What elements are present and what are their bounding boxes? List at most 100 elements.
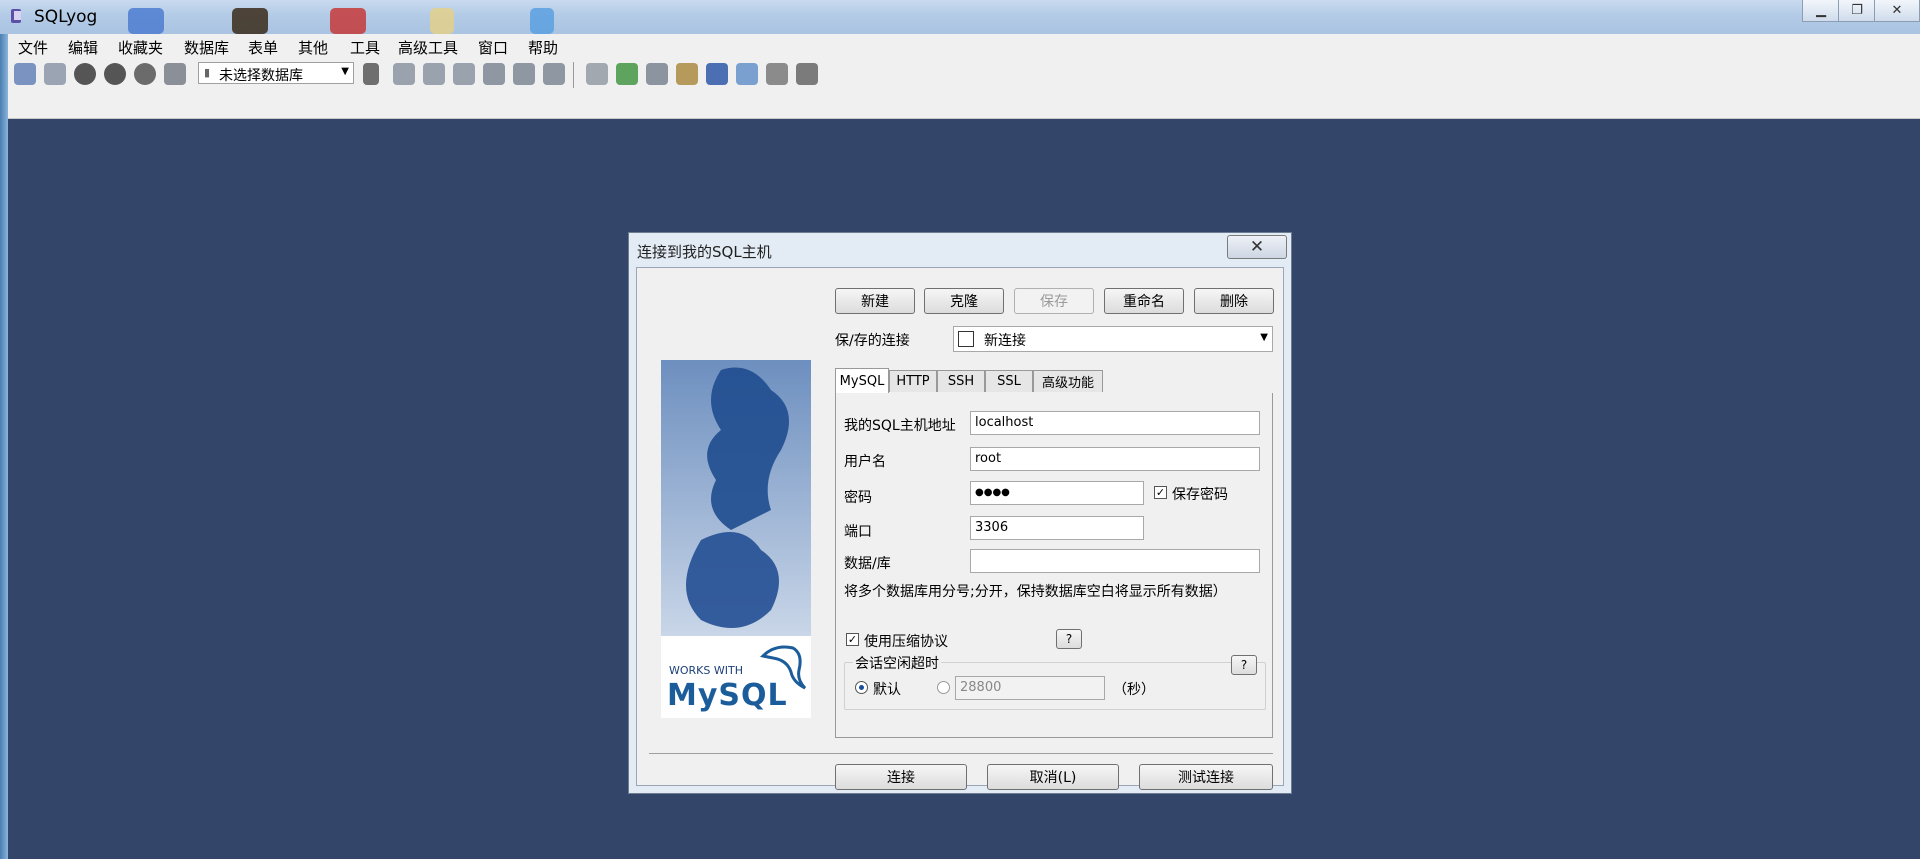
- session-timeout-group: 会话空闲超时 ? 默认 28800 （秒）: [844, 653, 1266, 710]
- test-connection-button[interactable]: 测试连接: [1139, 764, 1273, 790]
- host-input[interactable]: localhost: [970, 411, 1260, 435]
- toolbar-divider: [573, 62, 574, 88]
- taskbar-icon[interactable]: [232, 8, 268, 34]
- port-input[interactable]: 3306: [970, 516, 1144, 540]
- restore-icon[interactable]: ❐: [1838, 0, 1876, 22]
- dialog-title: 连接到我的SQL主机: [637, 243, 772, 261]
- report-icon[interactable]: [766, 63, 788, 85]
- compression-label: 使用压缩协议: [864, 634, 948, 650]
- backup-icon[interactable]: [676, 63, 698, 85]
- password-label: 密码: [844, 490, 872, 506]
- default-label: 默认: [873, 682, 901, 698]
- works-with-text: WORKS WITH: [669, 664, 743, 677]
- grid-icon[interactable]: [543, 63, 565, 85]
- cancel-button[interactable]: 取消(L): [987, 764, 1119, 790]
- database-hint: 将多个数据库用分号;分开，保持数据库空白将显示所有数据）: [844, 584, 1227, 600]
- mysql-tab-panel: 我的SQL主机地址 localhost 用户名 root 密码 ●●●● ✓ 保…: [835, 393, 1273, 738]
- rename-button[interactable]: 重命名: [1104, 288, 1184, 314]
- query-builder-icon[interactable]: [706, 63, 728, 85]
- username-input[interactable]: root: [970, 447, 1260, 471]
- taskbar-icon[interactable]: [330, 8, 366, 34]
- taskbar-icon[interactable]: [128, 8, 164, 34]
- minimize-icon[interactable]: ▁: [1802, 0, 1840, 22]
- database-input[interactable]: [970, 549, 1260, 573]
- grid-icon[interactable]: [513, 63, 535, 85]
- tab-ssh[interactable]: SSH: [937, 370, 985, 392]
- app-titlebar: SQLyog ▁ ❐ ✕: [0, 0, 1920, 34]
- menu-window[interactable]: 窗口: [478, 37, 508, 58]
- dialog-body: WORKS WITH MySQL 新建 克隆 保存 重命名 删除 保/存的连接 …: [636, 267, 1284, 790]
- stop-icon[interactable]: [134, 63, 156, 85]
- window-left-border: [0, 34, 8, 859]
- sqlyog-logo-icon: [10, 7, 24, 25]
- menu-file[interactable]: 文件: [18, 37, 48, 58]
- chevron-down-icon: ▼: [1260, 332, 1268, 343]
- menu-favorites[interactable]: 收藏夹: [118, 37, 163, 58]
- session-timeout-label: 会话空闲超时: [853, 653, 941, 673]
- taskbar-icon[interactable]: [430, 8, 454, 34]
- connect-button[interactable]: 连接: [835, 764, 967, 790]
- footer-divider: [649, 753, 1273, 754]
- delete-button[interactable]: 删除: [1194, 288, 1274, 314]
- new-connection-icon[interactable]: [14, 63, 36, 85]
- database-select[interactable]: ▮ 未选择数据库 ▼: [198, 62, 354, 84]
- sync-icon[interactable]: [586, 63, 608, 85]
- saved-connection-label: 保/存的连接: [835, 333, 910, 349]
- taskbar-icon[interactable]: [530, 8, 554, 34]
- schema-icon[interactable]: [483, 63, 505, 85]
- menu-table[interactable]: 表单: [248, 37, 278, 58]
- database-icon: ▮: [204, 66, 211, 79]
- menu-advanced-tools[interactable]: 高级工具: [398, 37, 458, 58]
- connection-color-swatch: [958, 331, 974, 347]
- menu-edit[interactable]: 编辑: [68, 37, 98, 58]
- app-title: SQLyog: [34, 7, 98, 27]
- clone-button[interactable]: 克隆: [924, 288, 1004, 314]
- compare-icon[interactable]: [646, 63, 668, 85]
- designer-icon[interactable]: [796, 63, 818, 85]
- password-input[interactable]: ●●●●: [970, 481, 1144, 505]
- tab-ssl[interactable]: SSL: [985, 370, 1033, 392]
- user-manager-icon[interactable]: [363, 63, 379, 85]
- menubar: 文件 编辑 收藏夹 数据库 表单 其他 工具 高级工具 窗口 帮助: [8, 34, 1920, 58]
- table-tool-icon[interactable]: [393, 63, 415, 85]
- table-tool-icon[interactable]: [453, 63, 475, 85]
- close-icon[interactable]: ✕: [1874, 0, 1920, 22]
- execute-all-icon[interactable]: [104, 63, 126, 85]
- menu-tools[interactable]: 工具: [350, 37, 380, 58]
- menu-database[interactable]: 数据库: [184, 37, 229, 58]
- seconds-label: （秒）: [1113, 682, 1155, 698]
- host-label: 我的SQL主机地址: [844, 418, 956, 434]
- tab-strip: MySQL HTTP SSH SSL 高级功能: [835, 368, 1275, 394]
- save-button[interactable]: 保存: [1014, 288, 1094, 314]
- profiler-icon[interactable]: [736, 63, 758, 85]
- custom-timeout-radio[interactable]: [937, 681, 950, 694]
- disconnect-icon[interactable]: [44, 63, 66, 85]
- save-password-checkbox[interactable]: ✓: [1154, 486, 1167, 499]
- database-select-value: 未选择数据库: [219, 68, 303, 84]
- execute-icon[interactable]: [74, 63, 96, 85]
- dolphin-logo-icon: [759, 642, 807, 696]
- new-button[interactable]: 新建: [835, 288, 915, 314]
- session-help-button[interactable]: ?: [1231, 655, 1257, 675]
- saved-connection-select[interactable]: 新连接 ▼: [953, 326, 1273, 352]
- tab-http[interactable]: HTTP: [889, 370, 937, 392]
- radio-dot: [859, 685, 864, 690]
- tab-advanced[interactable]: 高级功能: [1033, 370, 1103, 392]
- compression-checkbox[interactable]: ✓: [846, 633, 859, 646]
- database-label: 数据/库: [844, 556, 891, 572]
- toolbar: ▮ 未选择数据库 ▼: [8, 58, 1920, 119]
- menu-help[interactable]: 帮助: [528, 37, 558, 58]
- table-tool-icon[interactable]: [423, 63, 445, 85]
- menu-other[interactable]: 其他: [298, 37, 328, 58]
- username-label: 用户名: [844, 454, 886, 470]
- refresh-icon[interactable]: [164, 63, 186, 85]
- dialog-close-button[interactable]: ✕: [1227, 235, 1287, 259]
- timeout-input[interactable]: 28800: [955, 676, 1105, 700]
- mysql-banner-image: WORKS WITH MySQL: [661, 360, 811, 718]
- default-radio[interactable]: [855, 681, 868, 694]
- import-icon[interactable]: [616, 63, 638, 85]
- chevron-down-icon: ▼: [341, 66, 349, 77]
- tab-mysql[interactable]: MySQL: [835, 368, 889, 393]
- connection-dialog: 连接到我的SQL主机 ✕ WORKS WITH MySQL 新建 克隆 保存 重…: [628, 232, 1292, 794]
- compression-help-button[interactable]: ?: [1056, 629, 1082, 649]
